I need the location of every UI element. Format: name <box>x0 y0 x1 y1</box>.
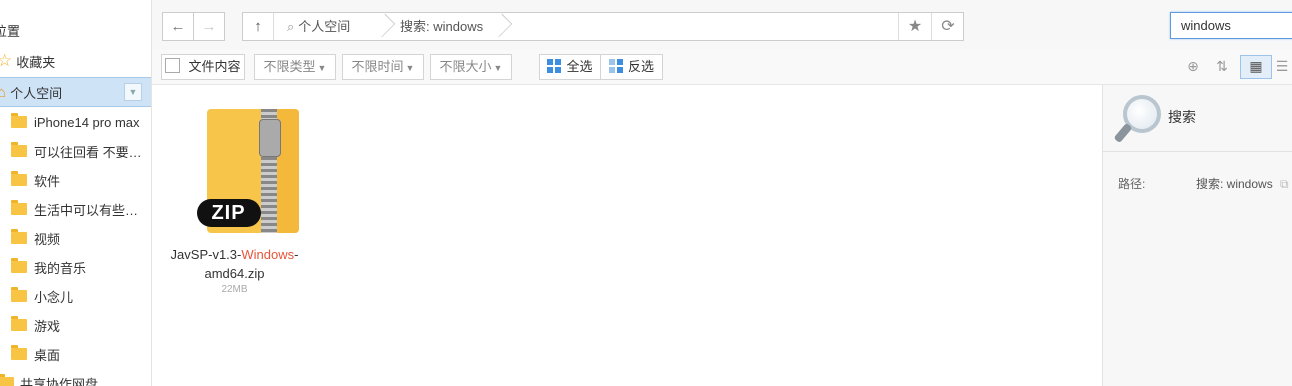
sidebar-item-shared[interactable]: 共享协作网盘 <box>0 369 151 386</box>
sidebar-folder[interactable]: 生活中可以有些… <box>0 195 151 223</box>
file-name-part: JavSP-v1.3- <box>170 247 242 262</box>
sidebar-folder-label: 软件 <box>34 173 61 189</box>
sidebar-folder[interactable]: iPhone14 pro max <box>0 108 151 136</box>
path-text: 搜索: windows <box>1196 177 1273 191</box>
folder-icon <box>11 287 27 302</box>
sidebar-folder[interactable]: 我的音乐 <box>0 253 151 281</box>
sidebar-folder-label: iPhone14 pro max <box>34 114 140 130</box>
breadcrumb-separator <box>495 13 505 40</box>
back-button[interactable]: ← <box>162 12 194 41</box>
file-item[interactable]: ZIP JavSP-v1.3-Windows- amd64.zip 22MB <box>167 105 302 295</box>
file-name-part: - <box>294 247 299 262</box>
zip-badge: ZIP <box>196 199 261 227</box>
dropdown-label: 不限大小 <box>439 59 492 74</box>
sidebar-folder-label: 游戏 <box>34 318 61 334</box>
chevron-down-icon[interactable]: ▼ <box>124 83 142 101</box>
sidebar-item-label: 共享协作网盘 <box>20 376 99 386</box>
select-all-icon <box>547 59 562 73</box>
refresh-icon[interactable]: ⟳ <box>931 13 964 40</box>
details-title: 搜索 <box>1168 109 1196 125</box>
button-label: 反选 <box>627 59 654 74</box>
folder-icon <box>11 345 27 360</box>
home-icon: ⌂ <box>0 84 6 101</box>
folder-icon <box>11 113 27 128</box>
zoom-icon[interactable]: ⊕ <box>1183 56 1203 76</box>
sidebar-folder-label: 我的音乐 <box>34 260 87 276</box>
sidebar-item-favorites[interactable]: ☆ 收藏夹 <box>0 47 151 75</box>
sort-icon[interactable]: ⇅ <box>1212 56 1232 76</box>
details-panel: 搜索 路径: 搜索: windows ⧉ <box>1102 85 1292 386</box>
thumbnail-view-icon[interactable]: ▦ <box>1240 55 1272 79</box>
sidebar-folder-label: 视频 <box>34 231 61 247</box>
search-input[interactable]: windows <box>1170 12 1292 39</box>
button-label: 全选 <box>566 59 593 74</box>
path-label: 路径: <box>1118 177 1146 191</box>
star-icon: ☆ <box>0 51 12 71</box>
folder-icon <box>11 142 27 157</box>
list-view-icon[interactable]: ☰ <box>1272 56 1292 76</box>
sidebar-folder[interactable]: 软件 <box>0 166 151 194</box>
filter-toolbar: 文件内容 不限类型 ▼ 不限时间 ▼ 不限大小 ▼ 全选 反选 ⊕ ⇅ ▦ ☰ <box>152 50 1292 85</box>
sidebar-folder[interactable]: 小念儿 <box>0 282 151 310</box>
zipper-pull <box>258 119 281 157</box>
sidebar-folder[interactable]: 桌面 <box>0 340 151 368</box>
sidebar-item-label: 收藏夹 <box>16 54 56 70</box>
folder-icon <box>11 200 27 215</box>
path-value: 搜索: windows ⧉ <box>1196 175 1289 192</box>
sidebar-folder-label: 生活中可以有些… <box>34 202 139 218</box>
sidebar-item-label: 个人空间 <box>10 85 63 101</box>
checkbox-label: 文件内容 <box>188 59 241 74</box>
sidebar-folder-label: 可以往回看 不要… <box>34 144 142 160</box>
invert-selection-button[interactable]: 反选 <box>600 54 663 80</box>
folder-icon <box>11 171 27 186</box>
file-size: 22MB <box>221 284 248 295</box>
divider <box>1103 151 1292 152</box>
checkbox-icon <box>165 58 181 73</box>
magnifier-handle <box>1113 122 1133 144</box>
forward-button[interactable]: → <box>193 12 225 41</box>
file-name[interactable]: JavSP-v1.3-Windows- amd64.zip <box>167 245 302 283</box>
sidebar-folder[interactable]: 可以往回看 不要… <box>0 137 151 165</box>
caret-down-icon: ▼ <box>317 63 327 73</box>
breadcrumb-search[interactable]: 搜索: windows <box>400 13 483 40</box>
sidebar-folder[interactable]: 视频 <box>0 224 151 252</box>
size-filter-dropdown[interactable]: 不限大小 ▼ <box>430 54 512 80</box>
up-arrow-icon[interactable]: ↑ <box>243 13 274 40</box>
select-all-button[interactable]: 全选 <box>539 54 601 80</box>
magnifier-icon <box>1113 93 1161 145</box>
folder-icon <box>11 258 27 273</box>
time-filter-dropdown[interactable]: 不限时间 ▼ <box>342 54 424 80</box>
sidebar-folder-label: 小念儿 <box>34 289 74 305</box>
dropdown-label: 不限类型 <box>263 59 316 74</box>
sidebar-header: 位置 <box>0 24 21 39</box>
sidebar-folder[interactable]: 游戏 <box>0 311 151 339</box>
navigation-toolbar: ← → ↑ ⌕ 个人空间 搜索: windows ★ ⟳ windows <box>152 0 1292 51</box>
file-name-part: amd64.zip <box>204 266 265 281</box>
copy-icon[interactable]: ⧉ <box>1280 177 1289 191</box>
shared-folder-icon <box>0 374 14 386</box>
folder-icon <box>11 316 27 331</box>
address-bar[interactable]: ↑ ⌕ 个人空间 搜索: windows ★ ⟳ <box>242 12 964 41</box>
breadcrumb-separator <box>378 13 388 40</box>
sidebar: 位置 ☆ 收藏夹 ⌂ 个人空间 ▼ iPhone14 pro max 可以往回看… <box>0 0 152 386</box>
caret-down-icon: ▼ <box>405 63 415 73</box>
zip-file-icon: ZIP <box>185 105 299 235</box>
sidebar-item-personal-space[interactable]: ⌂ 个人空间 ▼ <box>0 77 151 107</box>
breadcrumb-personal-space[interactable]: ⌕ 个人空间 <box>287 13 350 40</box>
star-icon[interactable]: ★ <box>898 13 931 40</box>
search-icon: ⌕ <box>287 19 295 34</box>
type-filter-dropdown[interactable]: 不限类型 ▼ <box>254 54 336 80</box>
folder-icon <box>11 229 27 244</box>
file-name-highlight: Windows <box>241 247 295 262</box>
breadcrumb-label: 个人空间 <box>298 19 351 34</box>
dropdown-label: 不限时间 <box>351 59 404 74</box>
invert-selection-icon <box>608 59 623 73</box>
file-content-checkbox[interactable]: 文件内容 <box>161 54 245 80</box>
caret-down-icon: ▼ <box>493 63 503 73</box>
sidebar-folder-label: 桌面 <box>34 347 61 363</box>
